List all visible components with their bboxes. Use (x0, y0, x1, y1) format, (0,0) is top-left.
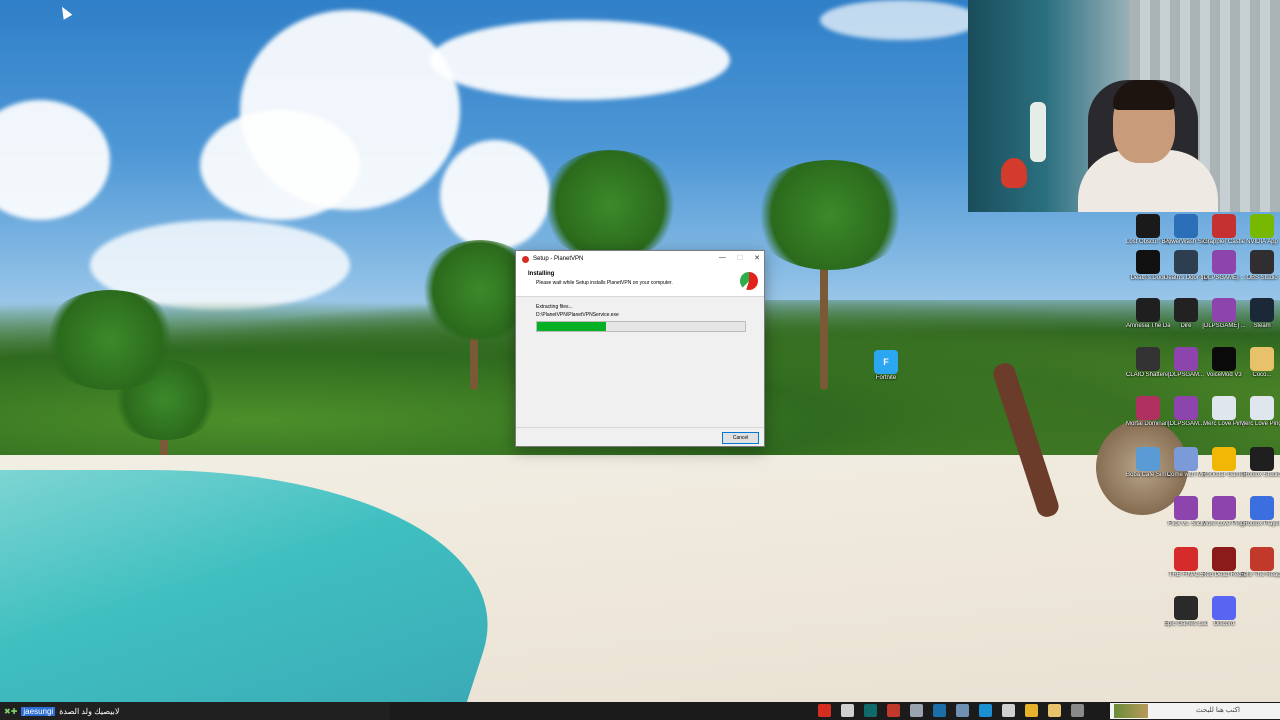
desktop-icon-label: Merc Love Ping 2025 (1240, 421, 1280, 427)
desktop-icon-label: Coco... (1252, 372, 1272, 378)
epic-icon (1174, 596, 1198, 620)
voicemod-icon (1212, 347, 1236, 371)
install-progress-fill (537, 322, 606, 331)
file-icon (1250, 396, 1274, 420)
webcam-overlay (968, 0, 1280, 212)
game-icon (1136, 298, 1160, 322)
store-taskbar-icon[interactable] (1071, 704, 1084, 717)
taskbar-app-icons (818, 704, 1084, 717)
terminal-taskbar-icon[interactable] (864, 704, 877, 717)
monitor-taskbar-icon[interactable] (956, 704, 969, 717)
close-button[interactable]: ✕ (754, 254, 760, 262)
desktop-icon[interactable]: Steam (1240, 298, 1280, 344)
desktop-icon[interactable]: Coco... (1240, 347, 1280, 393)
game-icon (1174, 214, 1198, 238)
explorer-taskbar-icon[interactable] (1048, 704, 1061, 717)
mouse-cursor (57, 4, 73, 20)
chat-emote-icon: ✖✚ (4, 706, 18, 716)
desktop-icon-label: Felix The Reaper (1240, 572, 1280, 578)
desktop-icon-label: Discord (1213, 621, 1235, 627)
game-icon (1136, 214, 1160, 238)
search-placeholder: اكتب هنا للبحث (1195, 707, 1240, 714)
chat-username: jaesungi (21, 706, 56, 716)
minimize-button[interactable]: — (719, 254, 726, 262)
steam-icon (1250, 298, 1274, 322)
file-icon (1212, 396, 1236, 420)
stream-chat-bar: ✖✚ jaesungi لابيصيك ولد الصدة (0, 702, 390, 720)
discord-icon (1212, 596, 1236, 620)
cancel-button[interactable]: Cancel (722, 432, 759, 444)
desktop-icon-label: Steam (1253, 323, 1271, 329)
desktop-icon[interactable]: OBS Studio (1240, 250, 1280, 296)
game-icon (1136, 396, 1160, 420)
archive-icon (1174, 496, 1198, 520)
record-taskbar-icon[interactable] (887, 704, 900, 717)
game-icon (1174, 298, 1198, 322)
game-icon (1212, 547, 1236, 571)
game-icon (1212, 214, 1236, 238)
setup-dialog: Setup - PlanetVPN — ☐ ✕ Installing Pleas… (515, 250, 765, 447)
chat-message: لابيصيك ولد الصدة (59, 706, 120, 716)
desktop-icon[interactable]: Felix The Reaper (1240, 547, 1280, 593)
planetvpn-logo-icon (740, 272, 758, 290)
desktop-icon[interactable]: Merc Love Ping 2025 (1240, 396, 1280, 442)
game-icon (1250, 547, 1274, 571)
game-icon (1174, 447, 1198, 471)
planetvpn-app-icon (522, 255, 529, 263)
desktop-icon-label: OBS Studio (1246, 275, 1278, 281)
roblox-studio-icon (1250, 447, 1274, 471)
desktop-icon-label: Fortnite (875, 375, 897, 381)
desktop-icon[interactable]: Roblox Studio (1240, 447, 1280, 493)
rockstar-icon (1212, 447, 1236, 471)
desktop-icon-label: Roblox Player (1243, 521, 1280, 527)
taskbar: ✖✚ jaesungi لابيصيك ولد الصدة اكتب هنا ل… (0, 702, 1280, 720)
folder-icon (1250, 347, 1274, 371)
window-taskbar-icon[interactable] (1002, 704, 1015, 717)
dialog-subheading: Please wait while Setup installs PlanetV… (536, 280, 673, 286)
dialog-heading: Installing (528, 271, 555, 277)
steam-taskbar-icon[interactable] (933, 704, 946, 717)
game-icon (1174, 250, 1198, 274)
desktop-icon[interactable]: Roblox Player (1240, 496, 1280, 542)
desktop-icon[interactable]: Discord (1202, 596, 1246, 642)
maximize-button[interactable]: ☐ (737, 254, 743, 262)
search-highlight-image (1114, 704, 1148, 718)
archive-icon (1174, 347, 1198, 371)
dialog-title: Setup - PlanetVPN (533, 256, 584, 262)
install-status: Extracting files... (536, 304, 573, 310)
nvidia-icon (1250, 214, 1274, 238)
settings-taskbar-icon[interactable] (841, 704, 854, 717)
install-path: D:\PlanetVPN\PlanetVPNService.exe (536, 312, 619, 318)
gear-taskbar-icon[interactable] (910, 704, 923, 717)
dialog-footer: Cancel (516, 427, 764, 446)
fortnite-icon: F (874, 350, 898, 374)
archive-icon (1212, 250, 1236, 274)
desktop-icon-label: NVIDIA App (1246, 239, 1278, 245)
archive-icon (1212, 298, 1236, 322)
taskbar-search-box[interactable]: اكتب هنا للبحث (1110, 703, 1280, 719)
archive-icon (1174, 396, 1198, 420)
game-icon (1136, 347, 1160, 371)
obs-icon (1250, 250, 1274, 274)
archive-icon (1212, 496, 1236, 520)
game-icon (1136, 447, 1160, 471)
dialog-titlebar[interactable]: Setup - PlanetVPN — ☐ ✕ (516, 251, 764, 267)
dialog-body: Extracting files... D:\PlanetVPN\PlanetV… (516, 297, 764, 427)
install-progress-bar (536, 321, 746, 332)
game-icon (1136, 250, 1160, 274)
planetvpn-taskbar-icon[interactable] (818, 704, 831, 717)
game-icon (1174, 547, 1198, 571)
desktop-icon-label: Roblox Studio (1243, 472, 1280, 478)
chrome-taskbar-icon[interactable] (1025, 704, 1038, 717)
desktop-icon-fortnite[interactable]: F Fortnite (864, 350, 908, 396)
dialog-header: Installing Please wait while Setup insta… (516, 267, 764, 297)
edge-taskbar-icon[interactable] (979, 704, 992, 717)
roblox-icon (1250, 496, 1274, 520)
